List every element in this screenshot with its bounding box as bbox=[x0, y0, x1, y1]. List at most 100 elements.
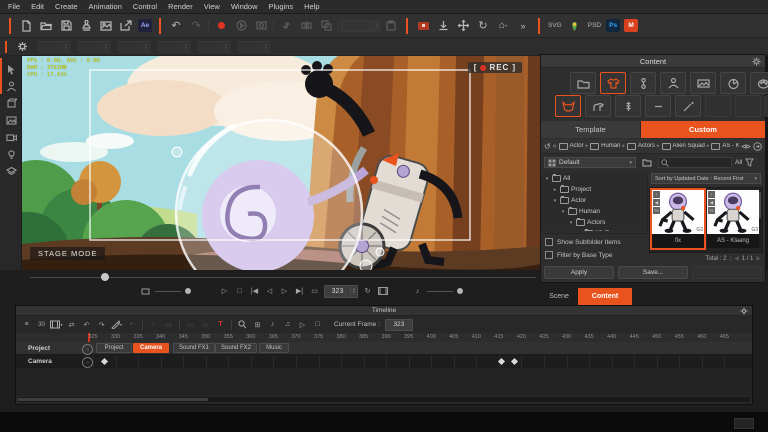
category-spine-icon[interactable] bbox=[615, 95, 641, 117]
menu-item-view[interactable]: View bbox=[204, 2, 220, 11]
mute-icon[interactable]: ▭ bbox=[162, 318, 175, 331]
search-scope-all[interactable]: All bbox=[735, 159, 742, 166]
paste-pose-button[interactable] bbox=[383, 17, 400, 34]
pager-prev-icon[interactable]: ◀ bbox=[734, 255, 739, 262]
category-character-icon[interactable] bbox=[660, 72, 686, 94]
keyframe-diamond[interactable] bbox=[511, 357, 519, 366]
audio-clip-icon[interactable]: ♪ bbox=[147, 318, 160, 331]
settings-gear-icon[interactable] bbox=[14, 38, 31, 55]
record-button[interactable] bbox=[213, 17, 230, 34]
tree-expander-icon[interactable]: ▾ bbox=[544, 176, 550, 182]
content-panel-titlebar[interactable]: Content bbox=[541, 55, 765, 68]
volume-icon[interactable]: ♪ bbox=[412, 285, 423, 297]
clip-menu-icon[interactable]: ▾ bbox=[50, 318, 63, 331]
track-toggle-icon[interactable]: ○ bbox=[82, 357, 93, 368]
menu-item-animation[interactable]: Animation bbox=[89, 2, 122, 11]
breadcrumb-eye-icon[interactable] bbox=[741, 143, 751, 150]
open-project-button[interactable] bbox=[38, 17, 55, 34]
capture-button[interactable] bbox=[253, 17, 270, 34]
breadcrumb-item[interactable]: Actors bbox=[638, 143, 655, 149]
edit-motion-icon[interactable]: ▾ bbox=[110, 318, 123, 331]
dope-sheet-icon[interactable]: • bbox=[125, 318, 138, 331]
frame-stepper[interactable]: ▴ ▾ bbox=[350, 287, 357, 294]
light-tool-icon[interactable] bbox=[4, 147, 19, 162]
category-head-icon[interactable] bbox=[630, 72, 656, 94]
track-button-sound-fx2[interactable]: Sound FX2 bbox=[215, 343, 257, 353]
timeline-stop-icon[interactable]: □ bbox=[311, 318, 324, 331]
menu-item-plugins[interactable]: Plugins bbox=[269, 2, 294, 11]
track-list-icon[interactable]: ≡ bbox=[20, 318, 33, 331]
content-settings-gear-icon[interactable] bbox=[752, 57, 761, 66]
beat-note-icon[interactable]: ♫ bbox=[281, 318, 294, 331]
tree-item-actors[interactable]: ▾ Actors bbox=[541, 217, 647, 228]
import-image-button[interactable] bbox=[98, 17, 115, 34]
breadcrumb-collapse-icon[interactable]: « bbox=[553, 143, 557, 150]
category-effect-icon[interactable] bbox=[720, 72, 746, 94]
move-tool-button[interactable] bbox=[455, 17, 472, 34]
category-palette-icon[interactable] bbox=[750, 72, 768, 94]
more-tools-button[interactable]: » bbox=[515, 17, 532, 34]
track-button-music[interactable]: Music bbox=[259, 343, 289, 353]
track-button-project[interactable]: Project bbox=[96, 343, 132, 353]
stop-button[interactable]: □ bbox=[234, 285, 245, 297]
previous-frame-button[interactable]: ◁ bbox=[264, 285, 275, 297]
breadcrumb-item[interactable]: Human bbox=[601, 143, 620, 149]
breadcrumb-back-icon[interactable]: ↺ bbox=[544, 142, 551, 151]
menu-item-control[interactable]: Control bbox=[133, 2, 157, 11]
tab-template[interactable]: Template bbox=[541, 121, 641, 138]
motion-pin-icon[interactable] bbox=[566, 17, 583, 34]
track-button-camera[interactable]: Camera bbox=[133, 343, 169, 353]
home-view-button[interactable]: ⌂ ▾ bbox=[495, 17, 512, 34]
save-content-button[interactable]: Save... bbox=[618, 266, 688, 279]
scene-tool-icon[interactable] bbox=[4, 113, 19, 128]
category-project-icon[interactable] bbox=[570, 72, 596, 94]
timeline-play-icon[interactable]: ▷ bbox=[296, 318, 309, 331]
thumbnail-mini-icon[interactable]: ↑ bbox=[653, 191, 660, 198]
content-thumbnail-1[interactable]: ↑ ◀% G3 fix bbox=[650, 188, 706, 250]
add-track-icon[interactable]: ⊞ bbox=[251, 318, 264, 331]
timeline-frame-field[interactable]: 323 bbox=[384, 318, 413, 331]
checkbox-icon[interactable] bbox=[545, 238, 553, 246]
music-note-icon[interactable]: ♪ bbox=[266, 318, 279, 331]
tree-expander-icon[interactable]: ▾ bbox=[552, 198, 558, 204]
breadcrumb-item[interactable]: AS - Klaang bbox=[722, 143, 739, 149]
breadcrumb-refresh-icon[interactable] bbox=[753, 141, 762, 151]
breadcrumb-item[interactable]: Actor bbox=[570, 143, 584, 149]
search-box[interactable] bbox=[658, 157, 732, 168]
current-frame-input[interactable]: 323 ▴ ▾ bbox=[324, 284, 358, 298]
transform-field[interactable]: ▴ ▾ bbox=[118, 40, 150, 53]
transform-field[interactable]: ▴ ▾ bbox=[78, 40, 110, 53]
stage-viewport[interactable]: FPS : 0.00, AVG : 0.00 RAM : 3761MB CPU … bbox=[22, 56, 540, 270]
track-row-project[interactable]: Project ○ Project Camera Sound FX1 Sound FX… bbox=[16, 342, 752, 355]
collect-clip-icon[interactable]: ↶ bbox=[80, 318, 93, 331]
menu-item-window[interactable]: Window bbox=[231, 2, 258, 11]
category-quadruped-icon[interactable] bbox=[585, 95, 611, 117]
pan-slider-icon[interactable] bbox=[140, 285, 151, 297]
filter-funnel-icon[interactable] bbox=[745, 158, 755, 167]
menu-item-file[interactable]: File bbox=[8, 2, 20, 11]
scale-field[interactable]: ▴ ▾ bbox=[341, 19, 381, 32]
tree-item-actor[interactable]: ▾ Actor bbox=[541, 195, 647, 206]
menu-item-create[interactable]: Create bbox=[55, 2, 78, 11]
track-button-sound-fx1[interactable]: Sound FX1 bbox=[173, 343, 215, 353]
category-animal-icon[interactable] bbox=[555, 95, 581, 117]
frame-mode-button[interactable]: ▭ bbox=[309, 285, 320, 297]
track-row-camera[interactable]: Camera ○ bbox=[16, 355, 752, 368]
volume-slider-track[interactable] bbox=[427, 290, 453, 292]
view-mode-dropdown[interactable]: Default ▾ bbox=[544, 157, 636, 168]
break-link-icon[interactable]: T bbox=[214, 318, 227, 331]
open-folder-icon[interactable] bbox=[641, 156, 654, 169]
tab-scene[interactable]: Scene bbox=[540, 288, 578, 305]
sort-dropdown[interactable]: Sort by Updated Date : Recent First ▾ bbox=[651, 173, 761, 184]
preview-button[interactable] bbox=[233, 17, 250, 34]
transform-field[interactable]: ▴ ▾ bbox=[238, 40, 270, 53]
after-effects-icon[interactable]: Ae bbox=[138, 19, 152, 32]
volume-slider-handle[interactable] bbox=[457, 288, 463, 294]
flatten-icon[interactable]: ↷ bbox=[95, 318, 108, 331]
transform-field[interactable]: ▴ ▾ bbox=[38, 40, 70, 53]
play-button[interactable]: ▷ bbox=[219, 285, 230, 297]
go-to-end-button[interactable]: ▶| bbox=[294, 285, 305, 297]
svg-export-button[interactable]: SVG bbox=[548, 22, 562, 29]
link-button[interactable] bbox=[278, 17, 295, 34]
thumbnail-mini-icon[interactable]: ◀ bbox=[708, 199, 715, 206]
